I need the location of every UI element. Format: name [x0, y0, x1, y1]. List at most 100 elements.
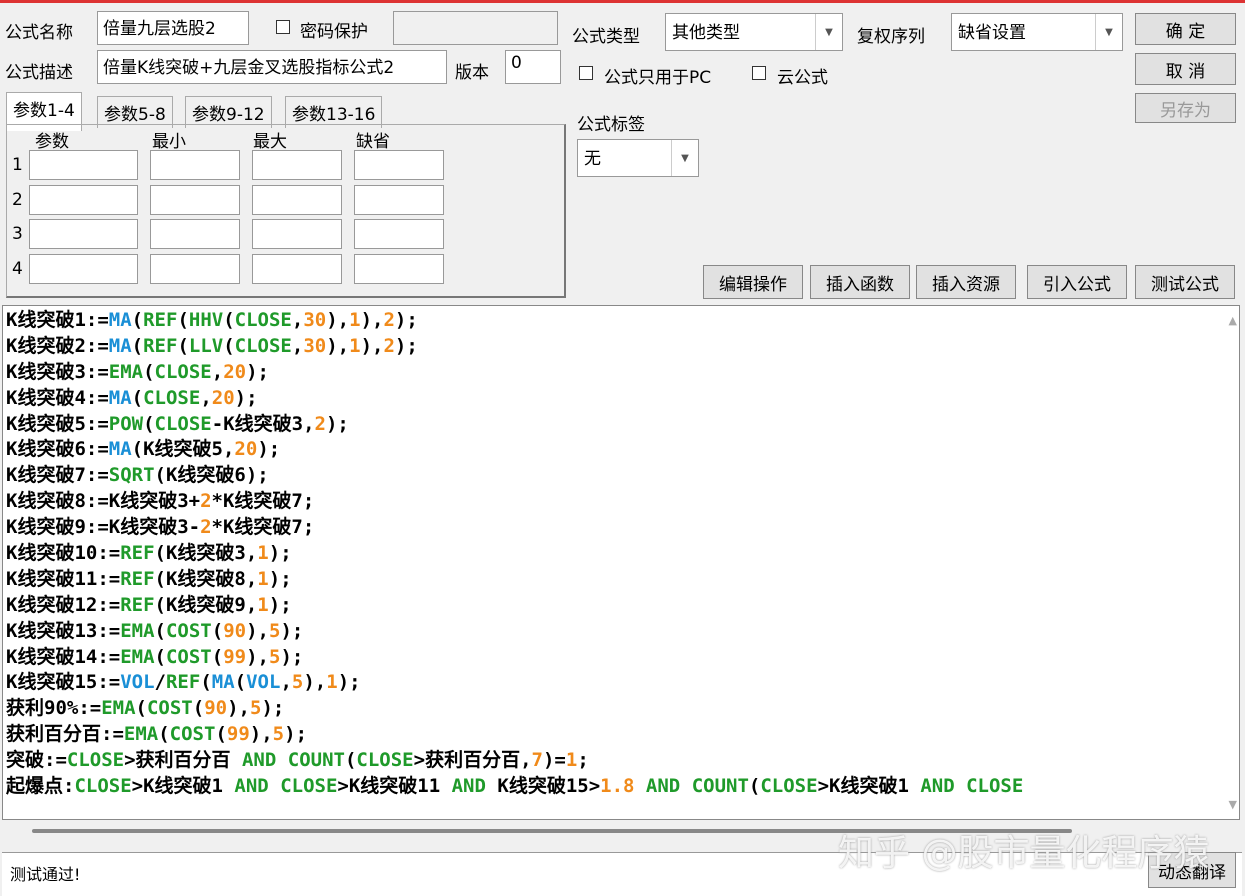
code-token: 突破:= — [6, 749, 67, 772]
version-input[interactable]: 0 — [505, 50, 561, 84]
code-token: ); — [394, 309, 418, 331]
code-token: , — [280, 671, 292, 694]
formula-desc-input[interactable]: 倍量K线突破+九层金叉选股指标公式2 — [97, 50, 447, 84]
code-token: ), — [246, 619, 269, 642]
scroll-up-icon[interactable]: ▲ — [1229, 314, 1237, 327]
code-token: ); — [284, 723, 308, 746]
code-token: 99 — [223, 645, 247, 668]
import-formula-button[interactable]: 引入公式 — [1027, 265, 1127, 299]
chevron-down-icon: ▼ — [815, 14, 842, 50]
code-token: CLOSE — [154, 412, 212, 435]
param-cell-min[interactable] — [150, 150, 240, 180]
code-line: K线突破6:=MA(K线突破5,20); — [3, 437, 1239, 463]
code-token: ( — [158, 723, 170, 746]
code-token: EMA — [108, 360, 144, 383]
param-cell-default[interactable] — [354, 219, 444, 249]
code-token: ), — [326, 334, 350, 357]
insert-resource-button[interactable]: 插入资源 — [916, 265, 1016, 299]
code-token: AND — [451, 775, 486, 798]
param-row-number: 4 — [12, 258, 23, 279]
code-token: ( — [223, 334, 235, 357]
cancel-button[interactable]: 取 消 — [1135, 53, 1236, 85]
status-text: 测试通过! — [10, 865, 81, 884]
code-token: ( — [154, 645, 166, 668]
tag-select[interactable]: 无 ▼ — [577, 139, 699, 177]
code-token: 2 — [200, 490, 212, 513]
code-token: , — [200, 386, 212, 409]
code-token: 5 — [268, 645, 281, 668]
test-formula-button[interactable]: 测试公式 — [1135, 265, 1235, 299]
password-checkbox[interactable] — [276, 20, 290, 34]
param-cell-default[interactable] — [354, 150, 444, 180]
code-token: 获利90%:= — [6, 697, 102, 720]
ok-button[interactable]: 确 定 — [1135, 13, 1236, 45]
code-line: 获利90%:=EMA(COST(90),5); — [3, 696, 1239, 722]
code-token: ), — [246, 645, 269, 668]
code-token: CLOSE — [74, 775, 132, 798]
code-line: K线突破4:=MA(CLOSE,20); — [3, 386, 1239, 412]
rights-select[interactable]: 缺省设置 ▼ — [951, 13, 1123, 51]
watermark: 知乎 @股市量化程序猿 — [838, 833, 1210, 874]
param-cell-name[interactable] — [29, 253, 138, 284]
scroll-down-icon[interactable]: ▼ — [1229, 798, 1237, 811]
code-token: (K线突破6); — [154, 464, 269, 487]
cloud-checkbox[interactable] — [752, 66, 766, 80]
password-input[interactable] — [393, 11, 558, 45]
code-token: 90 — [223, 619, 247, 642]
code-token: AND — [234, 775, 269, 798]
code-token: 1.8 — [600, 775, 635, 798]
code-token: ); — [280, 645, 304, 668]
code-token: K线突破15:= — [6, 671, 121, 694]
code-token: REF — [120, 567, 155, 590]
code-token: REF — [143, 334, 178, 357]
pc-only-checkbox[interactable] — [579, 66, 593, 80]
param-cell-max[interactable] — [252, 184, 342, 215]
param-cell-default[interactable] — [354, 253, 444, 284]
code-token: REF — [120, 593, 155, 616]
param-cell-min[interactable] — [150, 219, 240, 249]
param-cell-min[interactable] — [150, 253, 240, 284]
save-as-button[interactable]: 另存为 — [1135, 93, 1236, 123]
code-token: 5 — [249, 697, 262, 720]
formula-type-select[interactable]: 其他类型 ▼ — [665, 13, 843, 51]
code-token: LLV — [188, 334, 224, 357]
code-token: COUNT — [287, 749, 345, 772]
code-token: ); — [261, 697, 285, 720]
code-token: 1 — [326, 671, 338, 694]
param-cell-max[interactable] — [252, 219, 342, 249]
param-cell-name[interactable] — [29, 219, 138, 249]
edit-operation-button[interactable]: 编辑操作 — [703, 265, 803, 299]
code-token: MA — [211, 671, 235, 694]
code-line: K线突破12:=REF(K线突破9,1); — [3, 593, 1239, 619]
code-token: (K线突破8, — [154, 567, 258, 590]
code-token: ); — [268, 567, 292, 590]
param-cell-default[interactable] — [354, 184, 444, 215]
code-line: K线突破8:=K线突破3+2*K线突破7; — [3, 489, 1239, 515]
rights-label: 复权序列 — [857, 27, 925, 47]
code-line: K线突破15:=VOL/REF(MA(VOL,5),1); — [3, 670, 1239, 696]
code-token: ( — [177, 334, 189, 357]
code-editor[interactable]: K线突破1:=MA(REF(HHV(CLOSE,30),1),2); K线突破2:… — [2, 305, 1240, 820]
code-token: POW — [108, 412, 144, 435]
param-cell-max[interactable] — [252, 150, 342, 180]
insert-function-button[interactable]: 插入函数 — [810, 265, 910, 299]
code-token: ); — [246, 360, 269, 383]
param-cell-name[interactable] — [29, 150, 138, 180]
code-token: K线突破9:=K线突破3- — [6, 516, 201, 539]
code-token: 2 — [383, 334, 395, 357]
param-cell-max[interactable] — [252, 253, 342, 284]
code-token: / — [154, 671, 166, 694]
code-token: *K线突破7; — [211, 516, 315, 539]
code-token: 1 — [257, 542, 269, 565]
code-token: ); — [394, 334, 418, 357]
formula-name-input[interactable]: 倍量九层选股2 — [97, 11, 249, 45]
code-token: EMA — [123, 723, 159, 746]
code-token: >获利百分百 — [124, 749, 242, 772]
param-cell-name[interactable] — [29, 184, 138, 215]
code-token: ), — [360, 309, 384, 331]
tag-value: 无 — [584, 149, 601, 169]
code-token: MA — [108, 309, 132, 331]
code-token: HHV — [188, 309, 224, 331]
code-token: MA — [108, 386, 132, 409]
param-cell-min[interactable] — [150, 184, 240, 215]
